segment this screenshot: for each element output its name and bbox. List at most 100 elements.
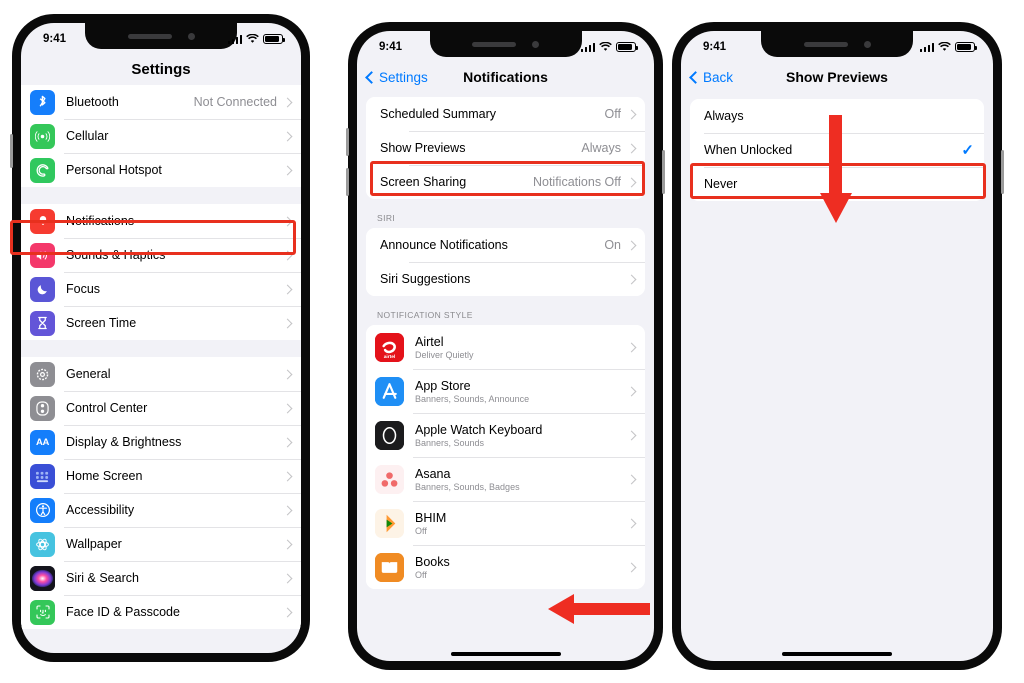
settings-group-connectivity: Bluetooth Not Connected Cellular Persona… (21, 85, 301, 187)
settings-group-system: General Control Center AA Display & Brig… (21, 357, 301, 629)
sidebar-item-control-center[interactable]: Control Center (21, 391, 301, 425)
settings-list[interactable]: Bluetooth Not Connected Cellular Persona… (21, 85, 301, 653)
app-text: Airtel Deliver Quietly (415, 335, 628, 360)
chevron-right-icon (626, 518, 637, 528)
row-label: Siri Suggestions (380, 272, 471, 286)
chevron-right-icon (282, 505, 293, 515)
sidebar-item-accessibility[interactable]: Accessibility (21, 493, 301, 527)
sidebar-item-face-id[interactable]: Face ID & Passcode (21, 595, 301, 629)
phone-1-navbar: Settings (21, 53, 301, 85)
phone-2-screen: 9:41 Settings Notifications Scheduled Su… (357, 31, 654, 661)
row-label: Face ID & Passcode (66, 605, 180, 619)
sidebar-item-screen-time[interactable]: Screen Time (21, 306, 301, 340)
phone-1-screen: 9:41 Settings Bluetooth Not Connected Ce… (21, 23, 301, 653)
sidebar-item-siri-search[interactable]: Siri & Search (21, 561, 301, 595)
row-siri-suggestions[interactable]: Siri Suggestions (366, 262, 645, 296)
back-button[interactable]: Settings (365, 69, 428, 85)
power-button[interactable] (1001, 150, 1004, 194)
display-brightness-icon: AA (30, 429, 55, 455)
app-row-airtel[interactable]: airtel Airtel Deliver Quietly (366, 325, 645, 369)
status-indicators (580, 42, 638, 52)
sidebar-item-personal-hotspot[interactable]: Personal Hotspot (21, 153, 301, 187)
app-row-apple-watch-keyboard[interactable]: Apple Watch Keyboard Banners, Sounds (366, 413, 645, 457)
app-detail: Banners, Sounds (415, 437, 485, 448)
chevron-right-icon (282, 437, 293, 447)
option-row-when-unlocked[interactable]: When Unlocked ✓ (690, 133, 984, 167)
chevron-right-icon (626, 143, 637, 153)
row-screen-sharing[interactable]: Screen Sharing Notifications Off (366, 165, 645, 199)
sidebar-item-cellular[interactable]: Cellular (21, 119, 301, 153)
row-label: Scheduled Summary (380, 107, 497, 121)
row-label: Control Center (66, 401, 148, 415)
section-header-siri: SIRI (377, 213, 396, 223)
app-row-bhim[interactable]: BHIM Off (366, 501, 645, 545)
app-detail: Off (415, 569, 427, 580)
options-group: Always When Unlocked ✓ Never (690, 99, 984, 201)
row-label: Show Previews (380, 141, 466, 155)
row-scheduled-summary[interactable]: Scheduled Summary Off (366, 97, 645, 131)
focus-icon (30, 276, 55, 302)
sidebar-item-focus[interactable]: Focus (21, 272, 301, 306)
row-label: Personal Hotspot (66, 163, 162, 177)
app-text: Asana Banners, Sounds, Badges (415, 467, 628, 492)
group-separator (21, 187, 301, 204)
status-time: 9:41 (703, 41, 727, 53)
app-text: BHIM Off (415, 511, 628, 536)
sidebar-item-bluetooth[interactable]: Bluetooth Not Connected (21, 85, 301, 119)
wifi-icon (246, 34, 259, 43)
chevron-right-icon (626, 430, 637, 440)
sidebar-item-wallpaper[interactable]: Wallpaper (21, 527, 301, 561)
chevron-right-icon (626, 109, 637, 119)
home-indicator[interactable] (450, 652, 561, 656)
group-separator (21, 340, 301, 357)
home-indicator[interactable] (782, 652, 892, 656)
row-label: Notifications (66, 214, 135, 228)
chevron-right-icon (282, 250, 293, 260)
app-row-app-store[interactable]: App Store Banners, Sounds, Announce (366, 369, 645, 413)
volume-down-button[interactable] (346, 168, 349, 196)
chevron-right-icon (626, 240, 637, 250)
row-announce-notifications[interactable]: Announce Notifications On (366, 228, 645, 262)
app-name: BHIM (415, 510, 447, 525)
notifications-list[interactable]: Scheduled Summary Off Show Previews Alwa… (357, 97, 654, 661)
cellular-bars-icon (919, 42, 934, 52)
accessibility-icon (30, 497, 55, 523)
app-row-books[interactable]: Books Off (366, 545, 645, 589)
row-value: On (604, 238, 621, 252)
sidebar-item-general[interactable]: General (21, 357, 301, 391)
option-row-never[interactable]: Never (690, 167, 984, 201)
sidebar-item-home-screen[interactable]: Home Screen (21, 459, 301, 493)
power-button[interactable] (662, 150, 665, 194)
checkmark-icon: ✓ (961, 141, 974, 159)
app-name: Airtel (415, 334, 444, 349)
settings-group-notifications: Notifications Sounds & Haptics Focus Scr… (21, 204, 301, 340)
option-label: When Unlocked (704, 143, 793, 157)
sidebar-item-display-brightness[interactable]: AA Display & Brightness (21, 425, 301, 459)
chevron-right-icon (282, 284, 293, 294)
volume-button[interactable] (10, 134, 13, 168)
app-name: Apple Watch Keyboard (415, 422, 543, 437)
app-name: Books (415, 554, 450, 569)
volume-up-button[interactable] (346, 128, 349, 156)
option-row-always[interactable]: Always (690, 99, 984, 133)
row-show-previews[interactable]: Show Previews Always (366, 131, 645, 165)
app-store-icon (375, 376, 404, 406)
siri-search-icon (30, 565, 55, 591)
personal-hotspot-icon (30, 157, 55, 183)
back-label: Settings (379, 69, 428, 85)
status-bar: 9:41 (681, 31, 993, 61)
sidebar-item-notifications[interactable]: Notifications (21, 204, 301, 238)
screen-time-icon (30, 310, 55, 336)
app-detail: Off (415, 525, 427, 536)
airtel-icon: airtel (375, 332, 404, 362)
general-icon (30, 361, 55, 387)
chevron-right-icon (282, 607, 293, 617)
chevron-left-icon (689, 70, 702, 84)
show-previews-options[interactable]: Always When Unlocked ✓ Never (681, 99, 993, 661)
chevron-right-icon (282, 165, 293, 175)
app-row-asana[interactable]: Asana Banners, Sounds, Badges (366, 457, 645, 501)
back-button[interactable]: Back (689, 70, 733, 85)
sidebar-item-sounds-haptics[interactable]: Sounds & Haptics (21, 238, 301, 272)
row-label: Focus (66, 282, 101, 296)
app-text: Books Off (415, 555, 628, 580)
